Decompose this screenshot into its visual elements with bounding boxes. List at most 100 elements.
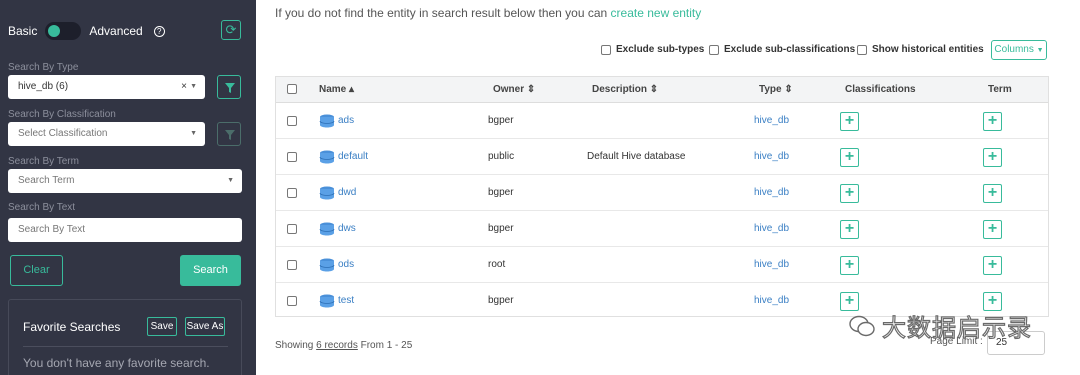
add-term-button[interactable]: +	[983, 220, 1002, 239]
row-checkbox[interactable]	[287, 116, 297, 126]
entity-name-link[interactable]: default	[338, 139, 368, 175]
chevron-down-icon: ▼	[190, 83, 197, 90]
classification-select[interactable]: Select Classification ▼	[8, 122, 205, 146]
entity-name-link[interactable]: ods	[338, 247, 354, 283]
row-checkbox[interactable]	[287, 152, 297, 162]
add-classification-button[interactable]: +	[840, 112, 859, 131]
clear-button[interactable]: Clear	[10, 255, 63, 286]
type-link[interactable]: hive_db	[754, 103, 789, 139]
classification-filter-button[interactable]	[217, 122, 241, 146]
table-row: ods root hive_db + +	[276, 247, 1048, 283]
type-link[interactable]: hive_db	[754, 139, 789, 175]
add-classification-button[interactable]: +	[840, 220, 859, 239]
owner-column-header[interactable]: Owner ⇕	[493, 77, 535, 103]
type-link[interactable]: hive_db	[754, 283, 789, 319]
search-mode-switch: Basic Advanced ?	[8, 22, 165, 40]
database-icon	[319, 222, 335, 239]
owner-cell: root	[488, 259, 506, 270]
results-table: Name ▴ Owner ⇕ Description ⇕ Type ⇕ Clas…	[275, 76, 1049, 317]
table-row: dws bgper hive_db + +	[276, 211, 1048, 247]
watermark-text: 大数据启示录	[881, 313, 1032, 342]
entity-name-link[interactable]: ads	[338, 103, 354, 139]
search-button[interactable]: Search	[180, 255, 241, 286]
add-classification-button[interactable]: +	[840, 148, 859, 167]
entity-name-link[interactable]: dws	[338, 211, 356, 247]
type-filter-button[interactable]	[217, 75, 241, 99]
help-icon[interactable]: ?	[153, 25, 165, 37]
add-classification-button[interactable]: +	[840, 256, 859, 275]
favorites-empty-text: You don't have any favorite search.	[23, 356, 210, 370]
columns-label: Columns	[994, 44, 1034, 55]
type-link[interactable]: hive_db	[754, 175, 789, 211]
classifications-column-header: Classifications	[845, 84, 916, 95]
plus-icon: +	[844, 256, 855, 273]
toggle-knob	[48, 25, 61, 37]
database-icon	[319, 258, 335, 275]
favorite-searches-title: Favorite Searches	[23, 320, 121, 334]
plus-icon: +	[844, 112, 855, 129]
records-summary: Showing 6 records From 1 - 25	[275, 340, 412, 351]
plus-icon: +	[844, 220, 855, 237]
name-column-header[interactable]: Name ▴	[319, 77, 354, 103]
type-column-header[interactable]: Type ⇕	[759, 77, 793, 103]
basic-mode-label[interactable]: Basic	[8, 24, 37, 38]
description-cell: Default Hive database	[587, 151, 686, 162]
entity-name-link[interactable]: dwd	[338, 175, 356, 211]
plus-icon: +	[844, 184, 855, 201]
owner-cell: bgper	[488, 295, 514, 306]
plus-icon: +	[987, 112, 998, 129]
database-icon	[319, 150, 335, 167]
info-message: If you do not find the entity in search …	[275, 6, 701, 20]
favorite-searches-panel: Favorite Searches Save Save As You don't…	[8, 299, 242, 375]
records-link[interactable]: 6 records	[316, 340, 358, 351]
exclude-subtypes-label: Exclude sub-types	[616, 44, 705, 55]
mode-toggle[interactable]	[45, 22, 82, 40]
row-checkbox[interactable]	[287, 224, 297, 234]
clear-type-icon[interactable]: ×	[181, 75, 187, 99]
caret-down-icon: ▼	[1036, 47, 1044, 54]
wechat-icon	[849, 315, 875, 336]
row-checkbox[interactable]	[287, 188, 297, 198]
type-select[interactable]: hive_db (6) × ▼	[8, 75, 205, 99]
description-column-header[interactable]: Description ⇕	[592, 77, 658, 103]
exclude-subclassifications-option[interactable]: Exclude sub-classifications	[709, 44, 855, 55]
advanced-mode-label[interactable]: Advanced	[89, 24, 142, 38]
row-checkbox[interactable]	[287, 260, 297, 270]
save-as-favorite-button[interactable]: Save As	[185, 317, 225, 336]
plus-icon: +	[844, 292, 855, 309]
show-historical-checkbox[interactable]	[857, 44, 867, 55]
info-text: If you do not find the entity in search …	[275, 6, 608, 20]
add-term-button[interactable]: +	[983, 256, 1002, 275]
term-select[interactable]: Search Term ▼	[8, 169, 242, 193]
save-favorite-button[interactable]: Save	[147, 317, 177, 336]
columns-button[interactable]: Columns ▼	[991, 40, 1047, 60]
show-historical-option[interactable]: Show historical entities	[857, 44, 984, 55]
plus-icon: +	[987, 220, 998, 237]
term-placeholder: Search Term	[18, 175, 75, 186]
term-column-header: Term	[988, 84, 1012, 95]
classification-placeholder: Select Classification	[18, 128, 108, 139]
add-classification-button[interactable]: +	[840, 184, 859, 203]
exclude-subclassifications-checkbox[interactable]	[709, 44, 719, 55]
divider	[23, 346, 228, 347]
select-all-checkbox[interactable]	[287, 84, 297, 94]
plus-icon: +	[987, 148, 998, 165]
search-text-input[interactable]: Search By Text	[8, 218, 242, 242]
exclude-subtypes-option[interactable]: Exclude sub-types	[601, 44, 704, 55]
database-icon	[319, 294, 335, 311]
table-row: default public Default Hive database hive_d…	[276, 139, 1048, 175]
type-link[interactable]: hive_db	[754, 247, 789, 283]
search-by-type-label: Search By Type	[8, 62, 79, 73]
plus-icon: +	[987, 292, 998, 309]
type-link[interactable]: hive_db	[754, 211, 789, 247]
owner-cell: bgper	[488, 187, 514, 198]
refresh-button[interactable]: ⟳	[221, 20, 241, 40]
entity-name-link[interactable]: test	[338, 283, 354, 319]
add-term-button[interactable]: +	[983, 112, 1002, 131]
row-checkbox[interactable]	[287, 296, 297, 306]
add-term-button[interactable]: +	[983, 184, 1002, 203]
add-term-button[interactable]: +	[983, 148, 1002, 167]
create-entity-link[interactable]: create new entity	[611, 6, 702, 20]
plus-icon: +	[987, 256, 998, 273]
exclude-subtypes-checkbox[interactable]	[601, 44, 611, 55]
